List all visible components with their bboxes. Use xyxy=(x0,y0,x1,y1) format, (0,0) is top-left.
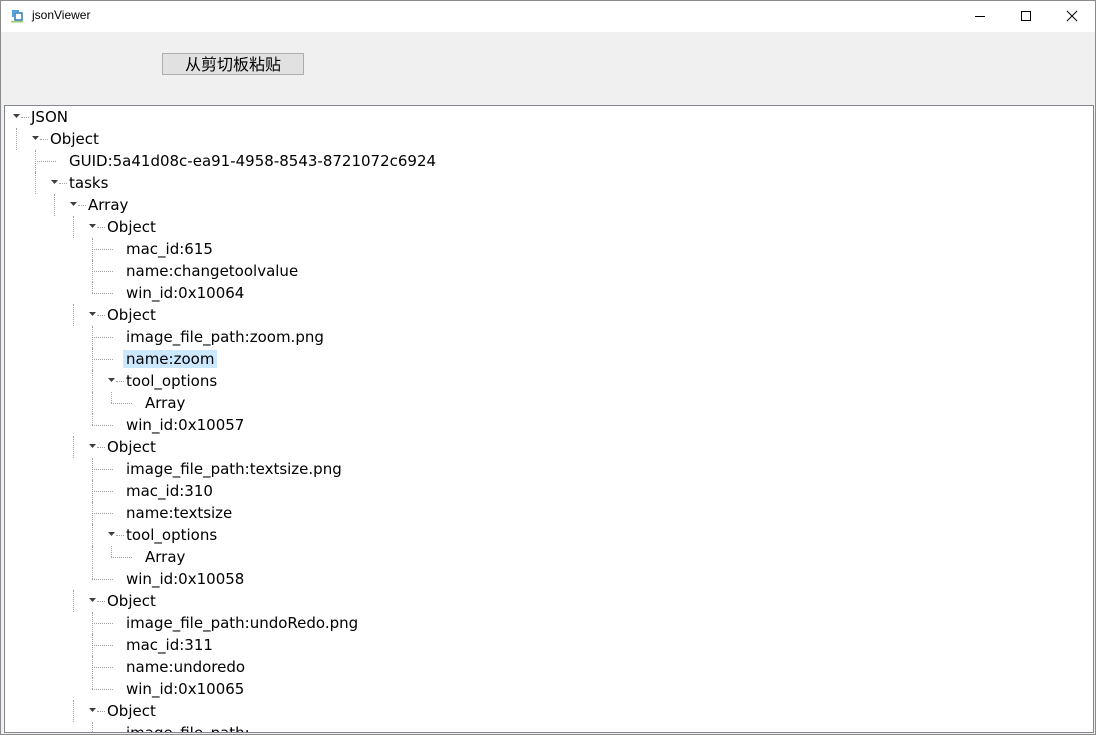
tree-node[interactable]: mac_id:311 xyxy=(5,634,1085,656)
tree-node[interactable]: win_id:0x10064 xyxy=(5,282,1085,304)
tree-node-label: Object xyxy=(50,130,99,148)
tree-node[interactable]: image_file_path:textsize.png xyxy=(5,458,1085,480)
expand-arrow-icon[interactable] xyxy=(89,708,96,712)
tree-node-label: name:changetoolvalue xyxy=(126,262,299,280)
tree-node-label: image_file_path:undoRedo.png xyxy=(126,614,359,632)
tree-node-label: Object xyxy=(107,306,156,324)
tree-connector xyxy=(111,557,132,558)
expand-arrow-icon[interactable] xyxy=(108,378,115,382)
tree-node-label: image_file_path: xyxy=(126,724,250,733)
tree-node[interactable]: Object xyxy=(5,700,1085,722)
expand-arrow-icon[interactable] xyxy=(89,224,96,228)
tree-node[interactable]: JSON xyxy=(5,106,1085,128)
tree-node-label: Object xyxy=(107,592,156,610)
tree-node-label: tasks xyxy=(69,174,109,192)
paste-from-clipboard-button[interactable]: 从剪切板粘贴 xyxy=(162,53,304,75)
tree-node[interactable]: name:textsize xyxy=(5,502,1085,524)
tree-node[interactable]: tool_options xyxy=(5,370,1085,392)
tree-node[interactable]: name:zoom xyxy=(5,348,1085,370)
expand-arrow-icon[interactable] xyxy=(51,180,58,184)
tree-node[interactable]: mac_id:615 xyxy=(5,238,1085,260)
tree-connector xyxy=(35,161,56,162)
tree-connector xyxy=(92,491,113,492)
expand-arrow-icon[interactable] xyxy=(13,114,20,118)
tree-connector xyxy=(92,469,113,470)
tree-node-label: JSON xyxy=(31,108,68,126)
tree-connector xyxy=(111,403,132,404)
tree-node-label: Array xyxy=(145,548,186,566)
tree-node[interactable]: tool_options xyxy=(5,524,1085,546)
tree-node[interactable]: Object xyxy=(5,304,1085,326)
tree-node[interactable]: GUID:5a41d08c-ea91-4958-8543-8721072c692… xyxy=(5,150,1085,172)
tree-connector xyxy=(92,579,113,580)
tree-node-label: tool_options xyxy=(126,372,218,390)
expand-arrow-icon[interactable] xyxy=(89,444,96,448)
tree-node-label: mac_id:310 xyxy=(126,482,213,500)
tree-node[interactable]: mac_id:310 xyxy=(5,480,1085,502)
maximize-icon xyxy=(1021,11,1031,21)
tree-connector xyxy=(92,689,113,690)
tree-node[interactable]: Object xyxy=(5,436,1085,458)
tree-node-label: GUID:5a41d08c-ea91-4958-8543-8721072c692… xyxy=(69,152,437,170)
tree-connector xyxy=(92,425,113,426)
tree-connector xyxy=(92,249,113,250)
tree-node[interactable]: Array xyxy=(5,194,1085,216)
expand-arrow-icon[interactable] xyxy=(89,312,96,316)
tree-node-label: image_file_path:textsize.png xyxy=(126,460,342,478)
tree-connector xyxy=(92,359,113,360)
tree-connector xyxy=(92,293,113,294)
window-title: jsonViewer xyxy=(32,8,91,22)
tree-node-label: Array xyxy=(88,196,129,214)
tree-node[interactable]: image_file_path:undoRedo.png xyxy=(5,612,1085,634)
close-button[interactable] xyxy=(1049,1,1095,32)
tree-node[interactable]: win_id:0x10058 xyxy=(5,568,1085,590)
tree-connector xyxy=(92,513,113,514)
tree-node[interactable]: Object xyxy=(5,590,1085,612)
tree-node-label: name:undoredo xyxy=(126,658,246,676)
tree-node[interactable]: name:undoredo xyxy=(5,656,1085,678)
minimize-button[interactable] xyxy=(957,1,1003,32)
title-bar[interactable]: jsonViewer xyxy=(1,1,1095,32)
tree-connector xyxy=(92,337,113,338)
tree-node-label: Object xyxy=(107,702,156,720)
tree-node[interactable]: win_id:0x10065 xyxy=(5,678,1085,700)
tree-node[interactable]: Array xyxy=(5,546,1085,568)
tree-node-label: win_id:0x10064 xyxy=(126,284,245,302)
tree-connector xyxy=(92,645,113,646)
app-window: jsonViewer 从剪切板粘贴 JSON Object GUID:5a41d08… xyxy=(0,0,1096,735)
expand-arrow-icon[interactable] xyxy=(108,532,115,536)
tree-connector xyxy=(92,271,113,272)
tree-node-label: name:textsize xyxy=(126,504,233,522)
tree-node-label: image_file_path:zoom.png xyxy=(126,328,324,346)
tree-connector xyxy=(92,667,113,668)
tree-connector xyxy=(92,623,113,624)
tree-node[interactable]: Object xyxy=(5,216,1085,238)
tree-node-label: tool_options xyxy=(126,526,218,544)
tree-node-label: Array xyxy=(145,394,186,412)
tree-node[interactable]: image_file_path: xyxy=(5,722,1085,733)
tree-node-label: mac_id:615 xyxy=(126,240,213,258)
maximize-button[interactable] xyxy=(1003,1,1049,32)
minimize-icon xyxy=(975,16,985,17)
tree-node-label: Object xyxy=(107,218,156,236)
tree-node[interactable]: image_file_path:zoom.png xyxy=(5,326,1085,348)
tree-node-label: mac_id:311 xyxy=(126,636,213,654)
expand-arrow-icon[interactable] xyxy=(89,598,96,602)
expand-arrow-icon[interactable] xyxy=(70,202,77,206)
tree-node[interactable]: win_id:0x10057 xyxy=(5,414,1085,436)
tree-node-label: name:zoom xyxy=(123,350,218,368)
tree-node[interactable]: name:changetoolvalue xyxy=(5,260,1085,282)
tree-node[interactable]: Object xyxy=(5,128,1085,150)
tree-node-label: win_id:0x10065 xyxy=(126,680,245,698)
tree-node-label: Object xyxy=(107,438,156,456)
tree-node-label: win_id:0x10058 xyxy=(126,570,245,588)
close-icon xyxy=(1066,10,1078,22)
app-icon xyxy=(11,10,23,23)
tree-node[interactable]: tasks xyxy=(5,172,1085,194)
json-tree-view[interactable]: JSON Object GUID:5a41d08c-ea91-4958-8543-8… xyxy=(4,105,1094,733)
expand-arrow-icon[interactable] xyxy=(32,136,39,140)
toolbar: 从剪切板粘贴 xyxy=(1,32,1095,104)
tree-node[interactable]: Array xyxy=(5,392,1085,414)
tree-node-label: win_id:0x10057 xyxy=(126,416,245,434)
